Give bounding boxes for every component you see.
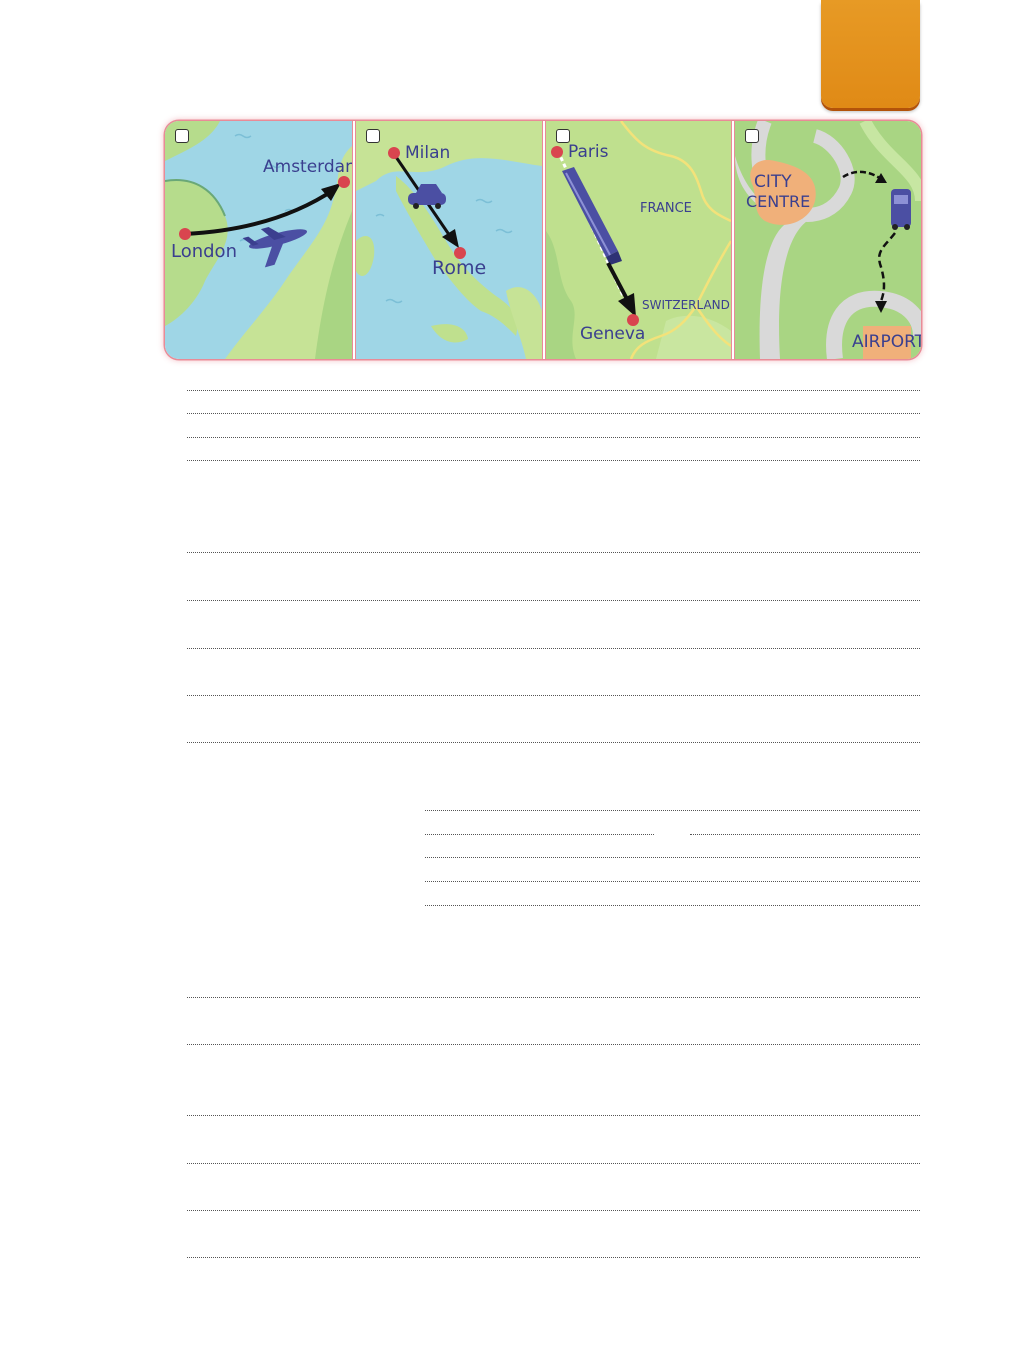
answer-line[interactable] xyxy=(187,1257,920,1258)
answer-line[interactable] xyxy=(187,997,920,998)
answer-line[interactable] xyxy=(425,834,654,835)
label-city: CITY xyxy=(754,172,792,192)
answer-line[interactable] xyxy=(187,460,920,461)
checkbox-panel-4[interactable] xyxy=(745,129,759,143)
checkbox-panel-2[interactable] xyxy=(366,129,380,143)
label-rome: Rome xyxy=(432,257,487,279)
divider xyxy=(731,121,735,359)
map-panel-paris-geneva: Paris FRANCE SWITZERLAND Geneva xyxy=(546,121,731,359)
checkbox-panel-1[interactable] xyxy=(175,129,189,143)
answer-line[interactable] xyxy=(425,857,920,858)
map-panel-london-amsterdam: London Amsterdam xyxy=(165,121,352,359)
answer-line[interactable] xyxy=(425,881,920,882)
bus-icon xyxy=(891,189,911,230)
answer-line[interactable] xyxy=(425,905,920,906)
answer-line[interactable] xyxy=(187,1210,920,1211)
divider xyxy=(352,121,356,359)
label-paris: Paris xyxy=(568,142,609,162)
label-london: London xyxy=(171,241,237,262)
answer-line[interactable] xyxy=(187,742,920,743)
answer-line[interactable] xyxy=(187,552,920,553)
label-geneva: Geneva xyxy=(580,324,646,344)
answer-line[interactable] xyxy=(187,1115,920,1116)
answer-line[interactable] xyxy=(187,600,920,601)
answer-line[interactable] xyxy=(187,695,920,696)
label-airport: AIRPORT xyxy=(852,332,921,352)
section-tab xyxy=(821,0,920,108)
answer-line[interactable] xyxy=(425,810,920,811)
answer-line[interactable] xyxy=(187,390,920,391)
label-france: FRANCE xyxy=(640,201,692,216)
label-milan: Milan xyxy=(405,143,451,163)
map-panel-milan-rome: Milan Rome xyxy=(356,121,542,359)
checkbox-panel-3[interactable] xyxy=(556,129,570,143)
answer-line[interactable] xyxy=(187,1163,920,1164)
answer-line[interactable] xyxy=(690,834,920,835)
answer-line[interactable] xyxy=(187,1044,920,1045)
answer-line[interactable] xyxy=(187,413,920,414)
answer-line[interactable] xyxy=(187,648,920,649)
label-amsterdam: Amsterdam xyxy=(263,157,352,177)
answer-line[interactable] xyxy=(187,437,920,438)
transport-maps: London Amsterdam Milan Rome Paris FRANCE… xyxy=(165,121,921,359)
map-panel-city-airport: CITY CENTRE AIRPORT xyxy=(735,121,921,359)
divider xyxy=(542,121,546,359)
label-switzerland: SWITZERLAND xyxy=(642,298,730,312)
label-centre: CENTRE xyxy=(746,192,811,211)
map-city-airport xyxy=(735,121,921,359)
